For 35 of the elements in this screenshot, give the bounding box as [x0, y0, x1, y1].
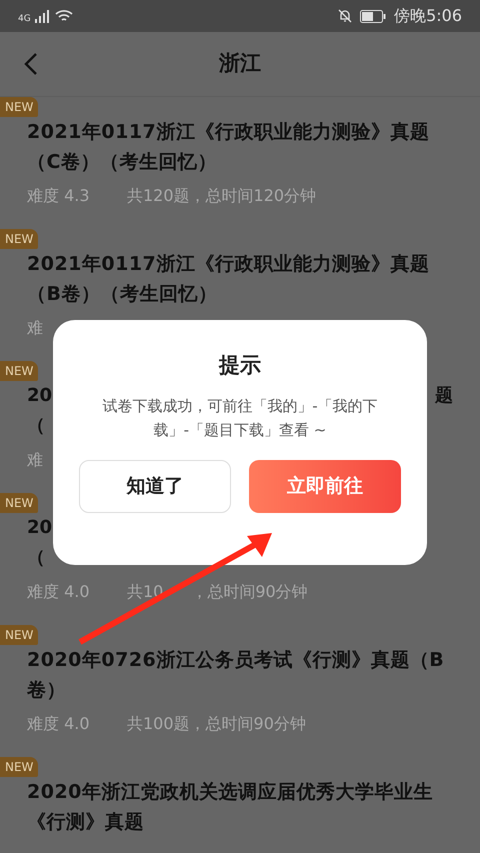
new-badge: NEW: [0, 493, 38, 513]
question-info-text: 共100题，总时间90分钟: [127, 713, 306, 735]
exam-title-line[interactable]: （: [27, 547, 45, 568]
exam-title-line[interactable]: （: [27, 415, 45, 436]
exam-title[interactable]: 20: [27, 381, 52, 411]
difficulty-text: 难度 4.0: [27, 581, 91, 603]
exam-title[interactable]: 2021年0117浙江《行政职业能力测验》真题（B卷）（考生回忆）: [27, 249, 460, 309]
difficulty-text: 难: [27, 317, 44, 339]
difficulty-text: 难: [27, 449, 44, 471]
new-badge: NEW: [0, 229, 38, 249]
clock-text: 傍晚5:06: [394, 5, 462, 27]
new-badge: NEW: [0, 97, 38, 117]
exam-title[interactable]: 2020年0726浙江公务员考试《行测》真题（B卷）: [27, 645, 460, 705]
question-info-text: 共120题，总时间120分钟: [127, 185, 316, 207]
page-title: 浙江: [219, 50, 261, 78]
difficulty-text: 难度 4.3: [27, 185, 91, 207]
exam-title[interactable]: 20: [27, 513, 52, 543]
battery-icon: [360, 10, 386, 22]
question-info-text: ，总时间90分钟: [191, 581, 308, 603]
new-badge: NEW: [0, 757, 38, 777]
dialog-title: 提示: [219, 352, 261, 379]
new-badge: NEW: [0, 625, 38, 645]
back-icon[interactable]: [24, 52, 38, 76]
exam-title-end[interactable]: 题: [435, 381, 453, 411]
signal-icon: [34, 9, 51, 23]
dialog-message: 试卷下载成功，可前往「我的」-「我的下载」-「题目下载」查看 ~: [101, 396, 379, 441]
got-it-button[interactable]: 知道了: [79, 460, 231, 513]
exam-title[interactable]: 2021年0117浙江《行政职业能力测验》真题（C卷）（考生回忆）: [27, 117, 460, 177]
go-now-button[interactable]: 立即前往: [249, 460, 401, 513]
wifi-icon: [54, 9, 73, 23]
difficulty-text: 难度 4.0: [27, 713, 91, 735]
bell-off-icon: [338, 9, 352, 23]
network-text: 4G: [18, 14, 31, 24]
exam-title[interactable]: 2020年浙江党政机关选调应届优秀大学毕业生《行测》真题: [27, 777, 460, 837]
new-badge: NEW: [0, 361, 38, 381]
